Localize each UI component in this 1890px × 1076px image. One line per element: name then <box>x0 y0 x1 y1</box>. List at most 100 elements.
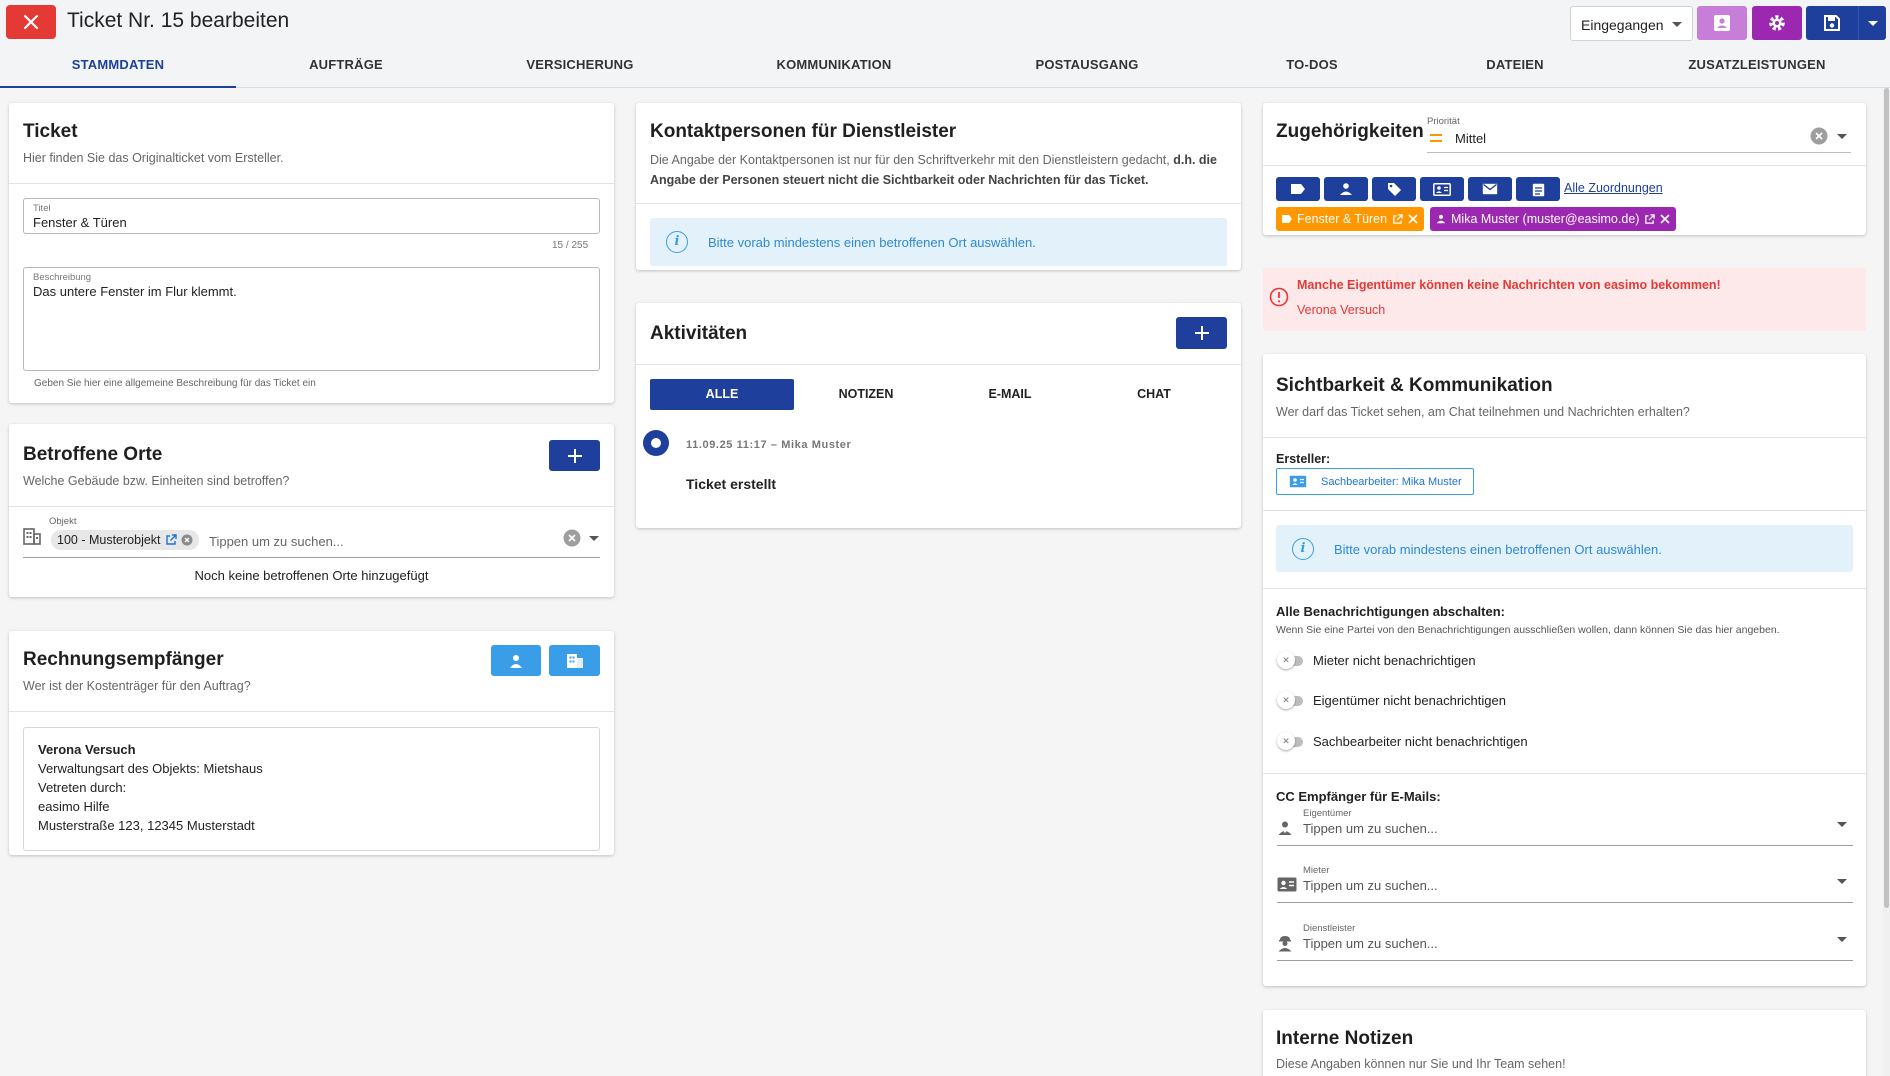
divider <box>1263 510 1866 511</box>
person-icon <box>1340 183 1352 195</box>
priority-select[interactable]: Priorität Mittel <box>1427 113 1851 153</box>
clear-icon[interactable] <box>563 529 581 547</box>
filter-chat[interactable]: CHAT <box>1082 379 1226 410</box>
chevron-down-icon[interactable] <box>1837 134 1847 139</box>
tab-stammdaten[interactable]: STAMMDATEN <box>0 52 236 88</box>
person-download-button[interactable] <box>1697 6 1747 40</box>
clear-icon[interactable] <box>1810 127 1828 145</box>
divider <box>1263 773 1866 774</box>
scrollbar-thumb[interactable] <box>1884 88 1889 908</box>
close-icon[interactable] <box>1408 214 1418 224</box>
tab-postausgang[interactable]: POSTAUSGANG <box>977 52 1197 88</box>
cc-tenant-label: Mieter <box>1303 865 1330 876</box>
object-search-field[interactable]: Objekt 100 - Musterobjekt Tippen um zu s… <box>23 516 600 558</box>
invoice-recipient-card: Rechnungsempfänger Wer ist der Kostenträ… <box>9 631 614 855</box>
tab-auftraege[interactable]: AUFTRÄGE <box>236 52 456 88</box>
tab-todos[interactable]: TO-DOS <box>1202 52 1422 88</box>
cc-tenant-field[interactable]: Mieter Tippen um zu suchen... <box>1277 859 1853 903</box>
warning-name: Verona Versuch <box>1297 303 1386 317</box>
close-button[interactable] <box>6 5 56 39</box>
close-icon[interactable] <box>1660 214 1671 224</box>
timeline-dot <box>643 430 669 456</box>
add-location-button[interactable] <box>549 440 600 471</box>
title-counter: 15 / 255 <box>552 240 589 251</box>
cc-owner-placeholder: Tippen um zu suchen... <box>1303 821 1438 836</box>
building-icon <box>566 653 583 668</box>
owner-icon <box>1278 821 1292 835</box>
status-select[interactable]: Eingegangen <box>1570 6 1693 41</box>
assign-person-button[interactable] <box>1324 177 1368 201</box>
priority-label: Priorität <box>1427 116 1460 127</box>
cc-provider-label: Dienstleister <box>1303 923 1356 934</box>
tab-dateien[interactable]: DATEIEN <box>1405 52 1625 88</box>
toggle-clerk-notifications[interactable]: ✕ <box>1277 732 1305 750</box>
tab-kommunikation[interactable]: KOMMUNIKATION <box>724 52 944 88</box>
activity-meta: 11.09.25 11:17 – Mika Muster <box>686 439 852 451</box>
assigned-person[interactable]: Mika Muster (muster@easimo.de) <box>1430 207 1677 231</box>
tab-zusatzleistungen[interactable]: ZUSATZLEISTUNGEN <box>1647 52 1867 88</box>
cc-provider-field[interactable]: Dienstleister Tippen um zu suchen... <box>1277 917 1853 961</box>
chevron-down-icon[interactable] <box>1837 822 1847 827</box>
open-external-icon[interactable] <box>165 534 177 546</box>
plus-icon <box>567 448 582 463</box>
all-assignments-link[interactable]: Alle Zuordnungen <box>1564 181 1663 195</box>
info-icon: i <box>1292 537 1314 560</box>
top-bar: Ticket Nr. 15 bearbeiten Eingegangen STA… <box>0 0 1890 88</box>
title-field[interactable]: Titel Fenster & Türen <box>23 198 600 234</box>
toggle-owner-notifications[interactable]: ✕ <box>1277 691 1305 709</box>
mail-icon <box>1482 183 1498 195</box>
internal-notes-card: Interne Notizen Diese Angaben können nur… <box>1263 1010 1866 1076</box>
toggle-tenant-label: Mieter nicht benachrichtigen <box>1313 653 1476 668</box>
status-select-value: Eingegangen <box>1581 17 1664 33</box>
page-scrollbar[interactable] <box>1883 88 1890 1076</box>
assign-email-button[interactable] <box>1468 177 1512 201</box>
description-field-label: Beschreibung <box>33 272 92 283</box>
assign-clipboard-button[interactable] <box>1516 177 1560 201</box>
tag-icon <box>1387 182 1401 196</box>
assign-tag-button[interactable] <box>1276 177 1320 201</box>
title-field-label: Titel <box>33 203 51 214</box>
save-options-button[interactable] <box>1858 6 1886 40</box>
assign-contact-button[interactable] <box>1420 177 1464 201</box>
select-building-button[interactable] <box>549 645 600 676</box>
open-external-icon[interactable] <box>1644 213 1656 225</box>
creator-chip[interactable]: Sachbearbeiter: Mika Muster <box>1276 468 1474 495</box>
invoice-card-title: Rechnungsempfänger <box>23 649 224 670</box>
priority-medium-icon <box>1430 134 1442 142</box>
chevron-down-icon[interactable] <box>1837 879 1847 884</box>
tab-versicherung[interactable]: VERSICHERUNG <box>470 52 690 88</box>
main-content: Ticket Hier finden Sie das Originalticke… <box>0 88 1890 1076</box>
open-external-icon[interactable] <box>1392 213 1403 225</box>
plus-icon <box>1194 326 1209 340</box>
save-icon <box>1824 15 1840 31</box>
object-search-placeholder: Tippen um zu suchen... <box>209 534 344 549</box>
cc-owner-field[interactable]: Eigentümer Tippen um zu suchen... <box>1277 802 1853 846</box>
divider <box>1263 437 1866 438</box>
object-chip[interactable]: 100 - Musterobjekt <box>51 530 199 550</box>
assigned-tag[interactable]: Fenster & Türen <box>1276 207 1425 231</box>
filter-notes[interactable]: NOTIZEN <box>794 379 938 410</box>
chevron-down-icon[interactable] <box>589 536 599 541</box>
internal-notes-subtitle: Diese Angaben können nur Sie und Ihr Tea… <box>1276 1057 1566 1071</box>
filter-all[interactable]: ALLE <box>650 379 794 410</box>
close-icon <box>23 14 39 30</box>
add-activity-button[interactable] <box>1176 317 1227 349</box>
settings-button[interactable] <box>1752 6 1802 40</box>
visibility-card-title: Sichtbarkeit & Kommunikation <box>1276 375 1553 396</box>
internal-notes-title: Interne Notizen <box>1276 1028 1414 1049</box>
save-button[interactable] <box>1806 6 1858 40</box>
toggle-tenant-notifications[interactable]: ✕ <box>1277 651 1305 669</box>
ticket-card-title: Ticket <box>23 121 78 142</box>
filter-email[interactable]: E-MAIL <box>938 379 1082 410</box>
invoice-recipient-box: Verona Versuch Verwaltungsart des Objekt… <box>23 727 600 851</box>
chevron-down-icon[interactable] <box>1837 937 1847 942</box>
person-icon <box>510 654 522 668</box>
locations-card-subtitle: Welche Gebäude bzw. Einheiten sind betro… <box>23 474 290 488</box>
person-box-icon <box>1714 15 1730 31</box>
remove-chip-icon[interactable] <box>181 534 193 546</box>
select-person-button[interactable] <box>491 645 541 676</box>
ticket-card: Ticket Hier finden Sie das Originalticke… <box>9 103 614 403</box>
assigned-person-label: Mika Muster (muster@easimo.de) <box>1451 212 1640 226</box>
description-field[interactable]: Beschreibung Das untere Fenster im Flur … <box>23 267 600 371</box>
assign-tags-button[interactable] <box>1372 177 1416 201</box>
